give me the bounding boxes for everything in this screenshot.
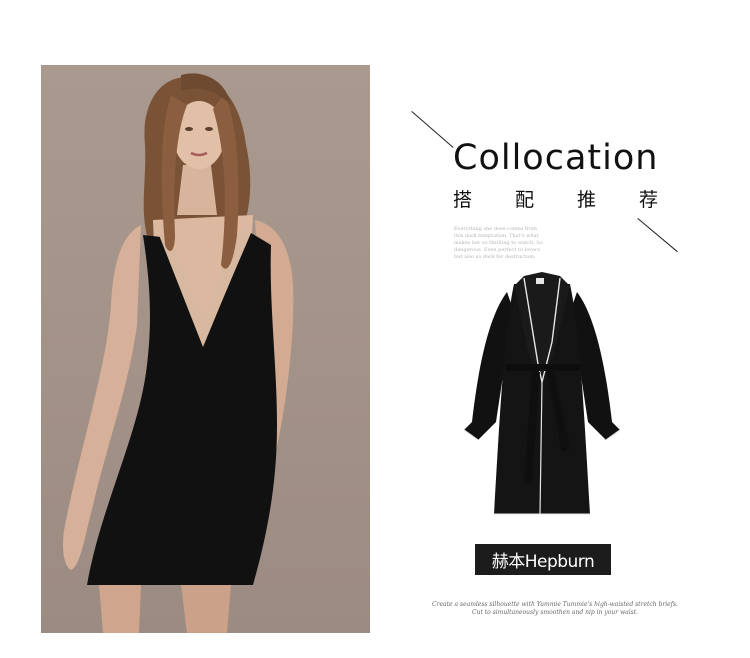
page-title: Collocation <box>453 138 659 178</box>
subtitle-char: 搭 <box>453 189 473 211</box>
style-badge: 赫本Hepburn <box>475 544 611 575</box>
subtitle-char: 推 <box>576 189 596 211</box>
model-photo <box>41 65 370 633</box>
collocation-panel: Collocation 搭 配 推 荐 Everything she does … <box>370 65 706 633</box>
caption-line-1: Create a seamless silhouette with Yummie… <box>432 601 678 608</box>
subtitle-char: 荐 <box>638 189 658 211</box>
subtitle: 搭 配 推 荐 <box>453 191 658 210</box>
robe-image <box>463 272 621 515</box>
caption: Create a seamless silhouette with Yummie… <box>430 601 680 617</box>
decorative-line-top <box>411 111 454 148</box>
subtitle-char: 配 <box>514 189 534 211</box>
blurb-text: Everything she does comes from this dark… <box>454 226 543 260</box>
caption-line-2: Cut to simultaneously smoothen and nip i… <box>471 609 639 616</box>
decorative-line-bottom <box>637 218 678 253</box>
